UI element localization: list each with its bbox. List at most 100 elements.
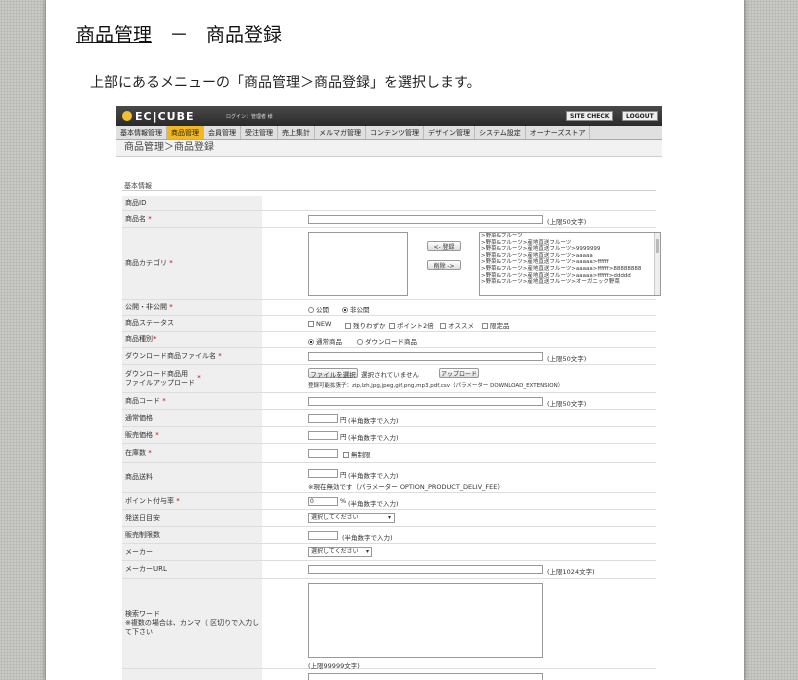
- row-maker: メーカー 選択してください ▾: [122, 544, 656, 561]
- menu-products[interactable]: 商品管理: [167, 126, 204, 139]
- section-divider: [122, 190, 656, 191]
- shipping-yen: 円: [340, 471, 347, 479]
- label-maker-url: メーカーURL: [122, 561, 262, 578]
- category-option[interactable]: >野菜&フルーツ>産地直送フルーツ>aaaaa>ffffff: [480, 259, 660, 266]
- radio-normal-product[interactable]: 通常商品: [308, 336, 342, 346]
- row-product-name: 商品名 * (上限50文字): [122, 211, 656, 228]
- checkbox-limited[interactable]: 限定品: [482, 320, 510, 330]
- delete-category-button[interactable]: 削除 ->: [427, 260, 461, 270]
- next-input[interactable]: [308, 673, 543, 680]
- label-product-code: 商品コード *: [122, 393, 262, 409]
- list-price-input[interactable]: [308, 414, 338, 423]
- menu-orders[interactable]: 受注管理: [241, 126, 278, 139]
- heading-product-management: 商品管理: [76, 24, 153, 46]
- radio-private[interactable]: 非公開: [342, 304, 370, 314]
- checkbox-recommend[interactable]: オススメ: [440, 320, 474, 330]
- row-product-type: 商品種別 * 通常商品 ダウンロード商品: [122, 332, 656, 348]
- ec-cube-logo: EC|CUBE: [122, 110, 195, 123]
- sale-limit-note: (半角数字で入力): [342, 534, 393, 542]
- point-rate-percent: %: [340, 497, 347, 505]
- row-product-id: 商品ID: [122, 196, 656, 211]
- category-option[interactable]: >野菜&フルーツ>産地直送フルーツ>9999999: [480, 246, 660, 253]
- maker-url-input[interactable]: [308, 565, 543, 574]
- row-list-price: 通常価格 円 (半角数字で入力): [122, 410, 656, 427]
- menu-customers[interactable]: 会員管理: [204, 126, 241, 139]
- row-maker-url: メーカーURL (上限1024文字): [122, 561, 656, 579]
- heading-dash: －: [169, 24, 189, 46]
- menu-owners-store[interactable]: オーナーズストア: [526, 126, 591, 139]
- category-option[interactable]: >野菜&フルーツ>産地直送フルーツ>aaaaa>ffffff>88888888: [480, 266, 660, 273]
- category-scrollbar[interactable]: [654, 233, 660, 295]
- label-product-type: 商品種別 *: [122, 332, 262, 347]
- label-download-upload: ダウンロード商品用 ファイルアップロード *: [122, 365, 262, 392]
- shipping-input[interactable]: [308, 469, 338, 478]
- category-option[interactable]: >野菜&フルーツ: [480, 233, 660, 240]
- register-category-button[interactable]: <- 登録: [427, 241, 461, 251]
- point-rate-input[interactable]: 0: [308, 497, 338, 506]
- keywords-textarea[interactable]: [308, 583, 543, 658]
- selected-category-list[interactable]: [308, 232, 408, 296]
- list-price-note: (半角数字で入力): [348, 417, 399, 425]
- menu-design[interactable]: デザイン管理: [424, 126, 475, 139]
- unlimited-checkbox[interactable]: 無制限: [343, 449, 371, 459]
- heading-product-register: 商品登録: [206, 24, 283, 46]
- sale-limit-input[interactable]: [308, 531, 338, 540]
- menu-sales[interactable]: 売上集計: [278, 126, 315, 139]
- checkbox-new[interactable]: NEW: [308, 320, 331, 328]
- row-keywords: 検索ワード ※複数の場合は、カンマ（ 区切りで入力して下さい (上限99999文…: [122, 579, 656, 670]
- breadcrumb: 商品管理＞商品登録: [116, 140, 662, 157]
- row-product-code: 商品コード * (上限50文字): [122, 393, 656, 410]
- label-list-price: 通常価格: [122, 410, 262, 426]
- label-point-rate: ポイント付与率 *: [122, 493, 262, 509]
- intro-text: 上部にあるメニューの「商品管理＞商品登録」を選択します。: [90, 75, 481, 91]
- stock-input[interactable]: [308, 449, 338, 458]
- menu-mailmagazine[interactable]: メルマガ管理: [315, 126, 366, 139]
- menu-system[interactable]: システム設定: [475, 126, 526, 139]
- maker-select[interactable]: 選択してください ▾: [308, 547, 372, 557]
- checkbox-double-points[interactable]: ポイント2倍: [389, 320, 434, 330]
- sale-price-input[interactable]: [308, 431, 338, 440]
- product-code-note: (上限50文字): [547, 400, 587, 408]
- row-sale-price: 販売価格 * 円 (半角数字で入力): [122, 427, 656, 444]
- label-maker: メーカー: [122, 544, 262, 560]
- product-name-input[interactable]: [308, 215, 543, 224]
- row-point-rate: ポイント付与率 * 0 % (半角数字で入力): [122, 493, 656, 510]
- checkbox-few-left[interactable]: 残りわずか: [345, 320, 386, 330]
- logout-button[interactable]: LOGOUT: [622, 111, 658, 121]
- extension-note: 登録可能拡張子：zip,lzh,jpg,jpeg,gif,png,mp3,pdf…: [308, 383, 564, 389]
- menu-basic-info[interactable]: 基本情報管理: [116, 126, 167, 139]
- product-code-input[interactable]: [308, 397, 543, 406]
- product-name-note: (上限50文字): [547, 218, 587, 226]
- row-publish: 公開・非公開 * 公開 非公開: [122, 300, 656, 316]
- chevron-down-icon: ▾: [387, 514, 391, 521]
- category-list[interactable]: >野菜&フルーツ >野菜&フルーツ>産地直送フルーツ >野菜&フルーツ>産地直送…: [479, 232, 661, 296]
- row-category: 商品カテゴリ * <- 登録 削除 -> >野菜&フルーツ >野菜&フルーツ>産…: [122, 228, 661, 300]
- row-shipping: 商品送料 円 (半角数字で入力) ※現在無効です（パラメーター OPTION_P…: [122, 463, 656, 493]
- maker-url-note: (上限1024文字): [547, 568, 595, 576]
- download-name-input[interactable]: [308, 352, 543, 361]
- menu-contents[interactable]: コンテンツ管理: [366, 126, 424, 139]
- row-stock: 在庫数 * 無制限: [122, 444, 656, 463]
- label-shipping: 商品送料: [122, 463, 262, 492]
- shipping-disabled-note: ※現在無効です（パラメーター OPTION_PRODUCT_DELIV_FEE）: [308, 483, 504, 491]
- row-ship-date: 発送日目安 選択してください ▾: [122, 510, 656, 527]
- chevron-down-icon: ▾: [365, 548, 369, 555]
- label-sale-price: 販売価格 *: [122, 427, 262, 443]
- ship-date-select[interactable]: 選択してください ▾: [308, 513, 395, 523]
- admin-header: EC|CUBE ログイン：管理者 様 SITE CHECK LOGOUT: [116, 106, 662, 126]
- label-sale-limit: 販売制限数: [122, 527, 262, 543]
- row-next: [122, 669, 656, 680]
- login-status: ログイン：管理者 様: [226, 114, 273, 120]
- site-check-button[interactable]: SITE CHECK: [566, 111, 614, 121]
- label-next: [122, 669, 262, 680]
- admin-screenshot: EC|CUBE ログイン：管理者 様 SITE CHECK LOGOUT 基本情…: [116, 106, 662, 680]
- label-ship-date: 発送日目安: [122, 510, 262, 526]
- category-option[interactable]: >野菜&フルーツ>産地直送フルーツ>オーガニック野菜: [480, 279, 660, 286]
- upload-button[interactable]: アップロード: [439, 368, 479, 378]
- choose-file-button[interactable]: ファイルを選択: [308, 368, 358, 379]
- radio-public[interactable]: 公開: [308, 304, 329, 314]
- radio-download-product[interactable]: ダウンロード商品: [357, 336, 417, 346]
- sale-price-yen: 円: [340, 433, 347, 441]
- document-page: 商品管理 － 商品登録 上部にあるメニューの「商品管理＞商品登録」を選択します。 E…: [45, 0, 745, 680]
- label-keywords: 検索ワード ※複数の場合は、カンマ（ 区切りで入力して下さい: [122, 579, 262, 668]
